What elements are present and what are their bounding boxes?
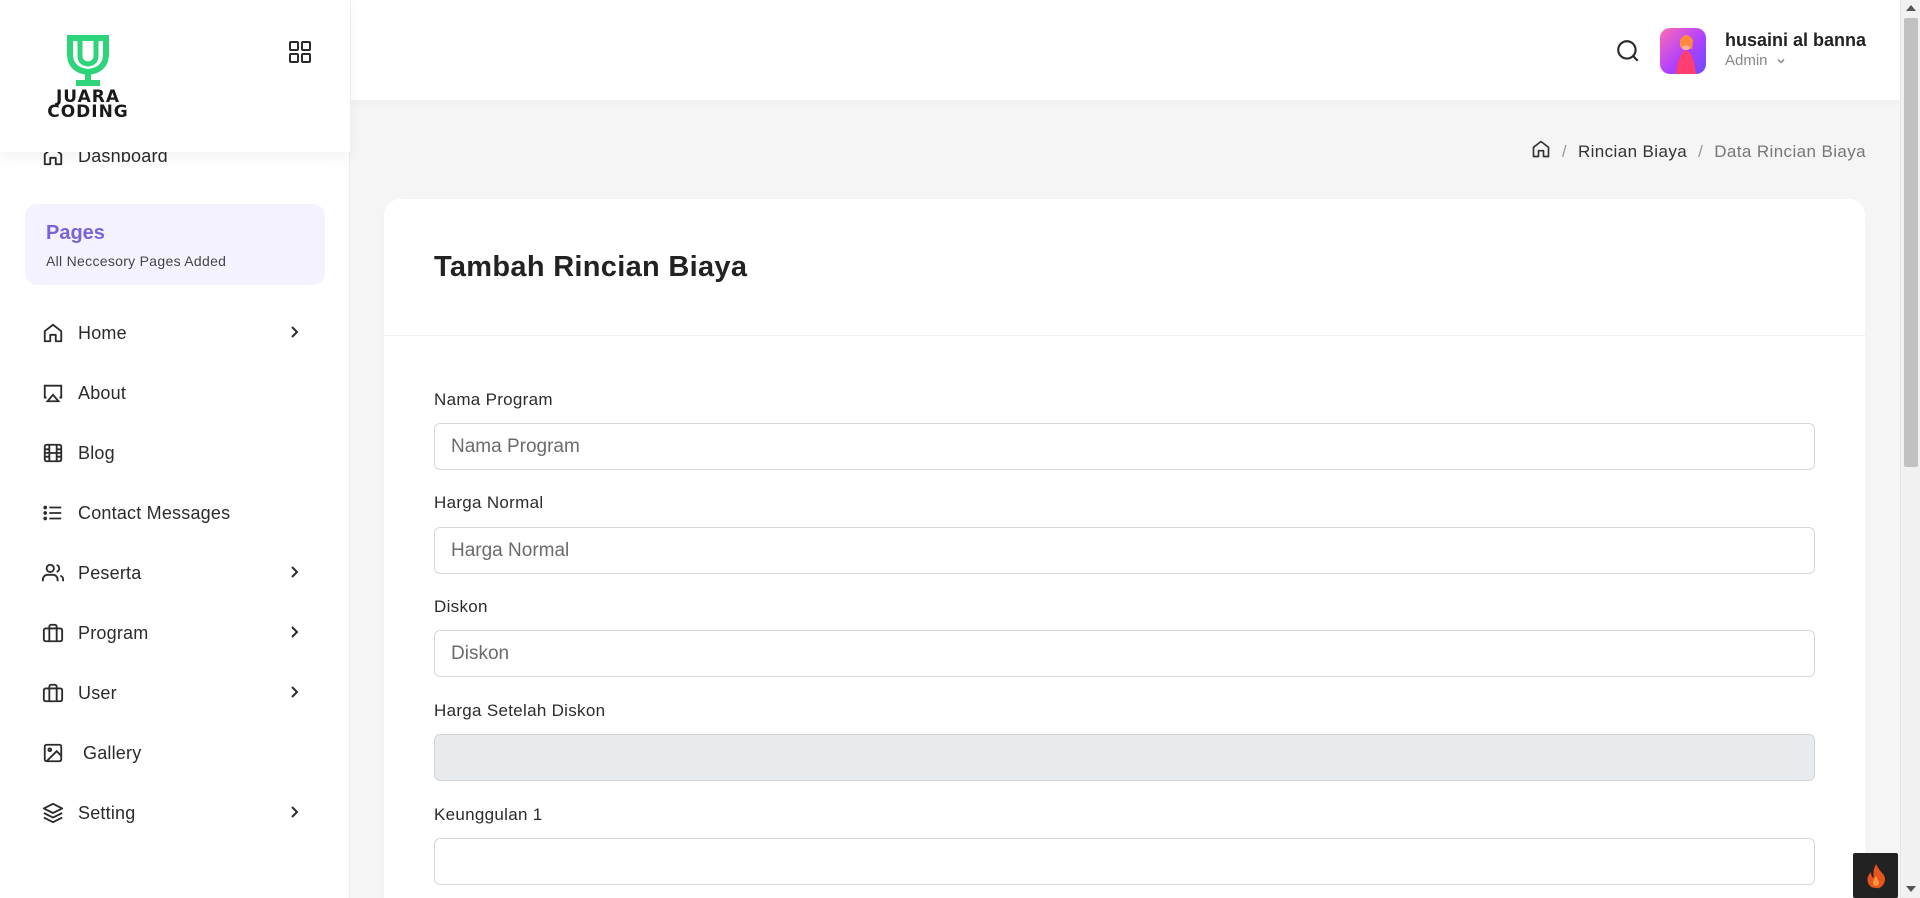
- page-title: Tambah Rincian Biaya: [434, 251, 748, 283]
- logo-area: JUARA CODING: [0, 0, 350, 152]
- sidebar-item-about[interactable]: About: [42, 373, 312, 413]
- grid-menu-icon[interactable]: [288, 40, 312, 64]
- harga-normal-input[interactable]: [434, 527, 1815, 574]
- brand-logo-text: JUARA CODING: [47, 87, 129, 122]
- avatar[interactable]: [1660, 28, 1706, 74]
- sidebar-item-gallery[interactable]: Gallery: [42, 733, 312, 773]
- chevron-down-icon: [1776, 53, 1786, 70]
- keunggulan-1-input[interactable]: [434, 838, 1815, 885]
- brand-logo[interactable]: JUARA CODING: [42, 32, 134, 122]
- briefcase-icon: [42, 622, 64, 644]
- chevron-right-icon: [286, 804, 302, 820]
- user-role-dropdown[interactable]: Admin: [1725, 52, 1786, 70]
- scrollbar-thumb[interactable]: [1904, 18, 1918, 467]
- breadcrumb-separator: /: [1561, 141, 1567, 161]
- sidebar-item-label: Blog: [78, 442, 115, 463]
- user-role-label: Admin: [1725, 52, 1768, 69]
- chevron-right-icon: [286, 324, 302, 340]
- chevron-right-icon: [286, 564, 302, 580]
- sidebar-item-user[interactable]: User: [42, 673, 312, 713]
- breadcrumb-current: Data Rincian Biaya: [1714, 141, 1866, 161]
- sidebar-item-label: Program: [78, 622, 149, 643]
- sidebar-item-label: Peserta: [78, 562, 142, 583]
- breadcrumb-home-icon[interactable]: [1531, 139, 1551, 164]
- trophy-icon: [67, 35, 109, 86]
- user-name: husaini al banna: [1725, 30, 1867, 50]
- diskon-input[interactable]: [434, 630, 1815, 677]
- film-icon: [42, 442, 64, 464]
- chevron-right-icon: [286, 684, 302, 700]
- sidebar-item-contact-messages[interactable]: Contact Messages: [42, 493, 312, 533]
- pages-title: Pages: [46, 222, 105, 244]
- sidebar: JUARA CODING Dashboard Pages All Necceso…: [0, 0, 350, 898]
- top-header: husaini al banna Admin: [351, 0, 1900, 100]
- briefcase-icon: [42, 682, 64, 704]
- breadcrumb-separator: /: [1698, 141, 1704, 161]
- harga-setelah-diskon-label: Harga Setelah Diskon: [434, 701, 606, 720]
- harga-setelah-diskon-input: [434, 734, 1815, 781]
- breadcrumb: / Rincian Biaya / Data Rincian Biaya: [1531, 139, 1866, 164]
- layers-icon: [42, 802, 64, 824]
- flame-icon: [1866, 863, 1885, 888]
- sidebar-item-peserta[interactable]: Peserta: [42, 553, 312, 593]
- sidebar-item-blog[interactable]: Blog: [42, 433, 312, 473]
- sidebar-item-home[interactable]: Home: [42, 313, 312, 353]
- sidebar-item-label: Home: [78, 322, 127, 343]
- sidebar-item-program[interactable]: Program: [42, 613, 312, 653]
- diskon-label: Diskon: [434, 597, 488, 616]
- page-scrollbar[interactable]: [1900, 0, 1920, 898]
- divider: [384, 335, 1865, 336]
- sidebar-item-setting[interactable]: Setting: [42, 793, 312, 833]
- home-icon: [42, 322, 64, 344]
- airplay-icon: [42, 382, 64, 404]
- pages-subtitle: All Neccesory Pages Added: [46, 253, 227, 269]
- scroll-up-arrow-icon[interactable]: [1906, 5, 1916, 11]
- image-icon: [42, 742, 64, 764]
- breadcrumb-link[interactable]: Rincian Biaya: [1578, 142, 1687, 162]
- search-icon[interactable]: [1615, 38, 1641, 64]
- chevron-right-icon: [286, 624, 302, 640]
- sidebar-item-label: Setting: [78, 802, 136, 823]
- harga-normal-label: Harga Normal: [434, 493, 544, 512]
- pages-section-header: Pages All Neccesory Pages Added: [25, 204, 325, 285]
- sidebar-item-label: Contact Messages: [78, 502, 231, 523]
- debug-toolbar-button[interactable]: [1853, 853, 1898, 898]
- list-icon: [42, 502, 64, 524]
- nama-program-label: Nama Program: [434, 390, 553, 409]
- form-card: Tambah Rincian Biaya Nama Program Harga …: [384, 199, 1865, 898]
- scroll-down-arrow-icon[interactable]: [1906, 886, 1916, 892]
- nama-program-input[interactable]: [434, 423, 1815, 470]
- sidebar-item-label: About: [78, 382, 127, 403]
- sidebar-item-label: Gallery: [83, 742, 142, 763]
- keunggulan-1-label: Keunggulan 1: [434, 805, 543, 824]
- users-icon: [42, 562, 64, 584]
- sidebar-item-label: User: [78, 682, 117, 703]
